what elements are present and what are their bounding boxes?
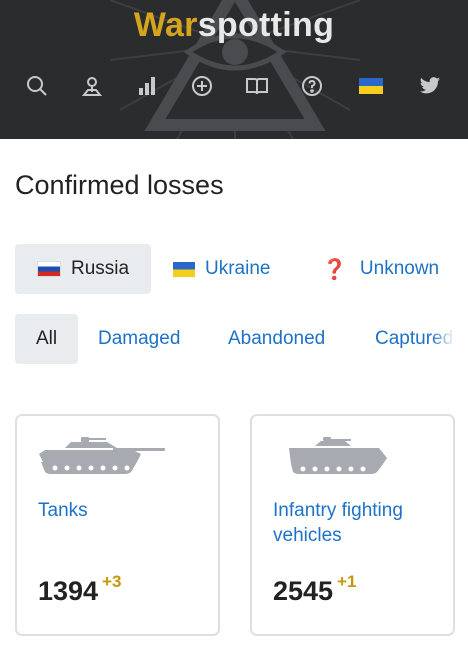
tab-all[interactable]: All <box>15 314 78 364</box>
site-header: Warspotting <box>0 0 468 139</box>
top-nav <box>0 70 468 102</box>
count-delta: +1 <box>337 572 357 591</box>
tab-all-label: All <box>35 328 58 349</box>
card-name: Infantry fighting vehicles <box>273 500 403 546</box>
tab-abandoned[interactable]: Abandoned <box>228 314 325 364</box>
card-name: Tanks <box>38 500 88 521</box>
count-value: 1394 <box>38 576 99 606</box>
count-value: 2545 <box>273 576 334 606</box>
book-icon[interactable] <box>241 70 273 102</box>
tab-damaged-label: Damaged <box>98 328 181 349</box>
filter-russia-label: Russia <box>71 258 130 279</box>
ukraine-flag-icon <box>173 261 195 277</box>
add-icon[interactable] <box>186 70 218 102</box>
filter-ukraine-label: Ukraine <box>205 258 271 279</box>
filter-ukraine[interactable]: Ukraine <box>161 244 291 294</box>
tab-captured-label: Captured <box>375 328 454 349</box>
category-card-tanks[interactable]: Tanks 1394 +3 <box>15 414 220 636</box>
site-logo[interactable]: Warspotting <box>0 6 468 45</box>
twitter-icon[interactable] <box>414 70 446 102</box>
tab-abandoned-label: Abandoned <box>228 328 326 349</box>
tab-captured[interactable]: Captured <box>375 314 455 364</box>
logo-war: War <box>133 6 198 44</box>
card-count: 2545 +1 <box>273 572 356 607</box>
help-icon[interactable] <box>296 70 328 102</box>
stats-icon[interactable] <box>131 70 163 102</box>
tab-damaged[interactable]: Damaged <box>98 314 180 364</box>
filter-unknown[interactable]: ❓ Unknown <box>310 244 460 294</box>
ifv-icon <box>289 437 387 474</box>
map-marker-icon[interactable] <box>76 70 108 102</box>
search-icon[interactable] <box>21 70 53 102</box>
filter-unknown-label: Unknown <box>359 258 440 279</box>
question-mark-icon: ❓ <box>322 258 347 281</box>
logo-spotting: spotting <box>197 6 335 44</box>
tank-icon <box>39 437 165 474</box>
russia-flag-icon <box>37 261 61 277</box>
filter-russia[interactable]: Russia <box>15 244 151 294</box>
card-count: 1394 +3 <box>38 572 121 607</box>
count-delta: +3 <box>102 572 122 591</box>
category-card-ifv[interactable]: Infantry fighting vehicles 2545 +1 <box>250 414 455 636</box>
ukraine-flag-icon[interactable] <box>355 70 387 102</box>
page-title: Confirmed losses <box>15 170 224 200</box>
